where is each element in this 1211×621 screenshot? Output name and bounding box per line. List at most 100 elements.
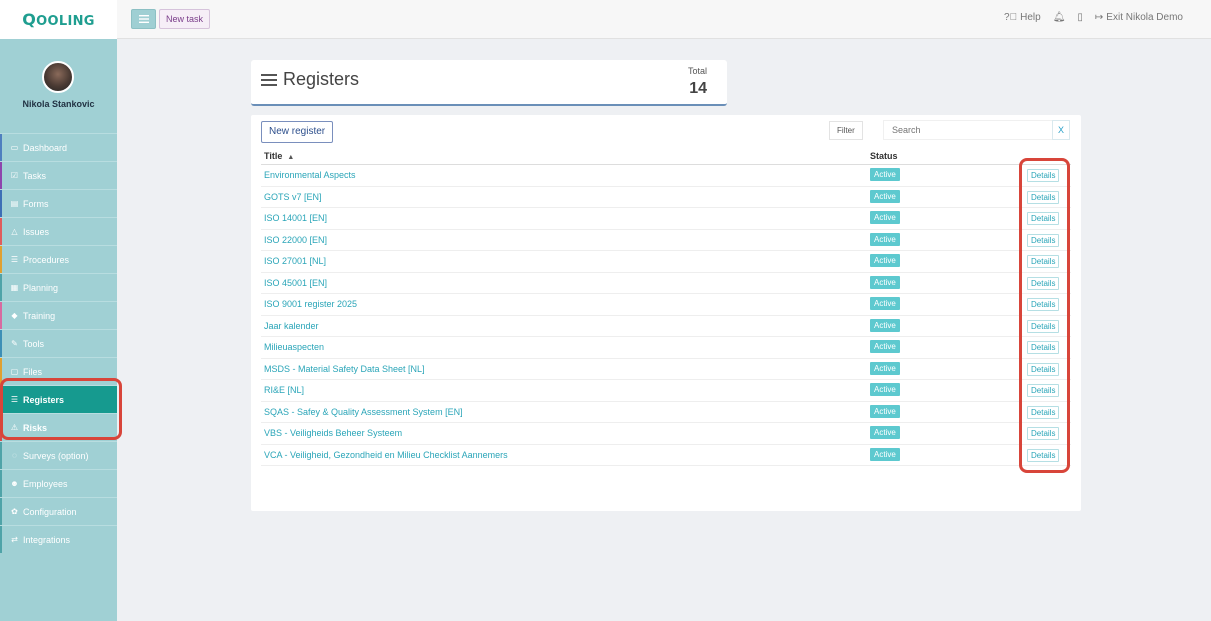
sidebar-item-label: Surveys (option) [23, 450, 89, 461]
new-register-button[interactable]: New register [261, 121, 334, 143]
monitor-icon: ▭ [10, 143, 19, 152]
gear-icon: ✿ [11, 507, 18, 516]
check-square-icon: ☑ [10, 171, 19, 180]
highlight-box-sidebar [0, 378, 122, 440]
status-badge: Active [870, 211, 900, 224]
sidebar-item-procedures[interactable]: ☰ Procedures [0, 245, 117, 273]
table-row: VCA - Veiligheid, Gezondheid en Milieu C… [261, 445, 1071, 466]
sort-asc-icon: ▲ [287, 154, 295, 161]
logo: QOOLING [22, 10, 95, 29]
sidebar-item-accent [0, 302, 2, 329]
filter-button[interactable]: Filter [829, 121, 863, 140]
register-title-link[interactable]: VBS - Veiligheids Beheer Systeem [264, 428, 402, 438]
table-row: ISO 22000 [EN] Active Details [261, 230, 1071, 251]
sidebar-item-label: Files [23, 366, 43, 377]
sidebar-item-label: Issues [23, 226, 50, 237]
question-icon: ?⃝ [1004, 12, 1018, 23]
total-count: 14 [689, 80, 707, 97]
register-title-link[interactable]: ISO 14001 [EN] [264, 213, 327, 223]
status-badge: Active [870, 404, 900, 418]
sidebar-item-accent [0, 330, 2, 357]
sidebar-item-tools[interactable]: ✎ Tools [0, 329, 117, 357]
user-profile[interactable]: Nikola Stankovic [0, 39, 117, 133]
logo-area[interactable]: QOOLING [0, 0, 117, 39]
users-icon: ☻ [10, 479, 19, 488]
search-input[interactable] [883, 120, 1053, 140]
sidebar-item-accent [0, 246, 2, 273]
new-task-button[interactable]: New task [159, 9, 211, 29]
page-title: Registers [261, 69, 359, 90]
status-badge: Active [870, 254, 900, 267]
graduation-icon: ◆ [11, 311, 18, 320]
sidebar-item-label: Dashboard [23, 142, 68, 153]
sidebar-item-integrations[interactable]: ⇄ Integrations [0, 525, 117, 553]
sidebar-item-surveys-option[interactable]: ◌ Surveys (option) [0, 441, 117, 469]
status-badge: Active [870, 426, 900, 439]
hamburger-icon [138, 15, 149, 23]
register-title-link[interactable]: Environmental Aspects [264, 170, 356, 180]
register-title-link[interactable]: ISO 27001 [NL] [264, 256, 326, 266]
registers-table: Title ▲ Status Environmental Aspects Activ… [261, 148, 1071, 466]
column-header-title[interactable]: Title ▲ [264, 151, 294, 161]
register-title-link[interactable]: GOTS v7 [EN] [264, 192, 322, 202]
register-title-link[interactable]: Milieuaspecten [264, 342, 324, 352]
sidebar-item-label: Planning [23, 282, 59, 293]
comment-icon: ◌ [12, 451, 17, 460]
sidebar-item-configuration[interactable]: ✿ Configuration [0, 497, 117, 525]
sidebar-item-accent [0, 526, 2, 553]
register-title-link[interactable]: ISO 45001 [EN] [264, 278, 327, 288]
register-title-link[interactable]: ISO 9001 register 2025 [264, 299, 357, 309]
table-row: Environmental Aspects Active Details [261, 165, 1071, 187]
list-icon: ☰ [10, 255, 19, 264]
page-header-card: Registers Total 14 [251, 60, 727, 106]
document-icon: ▯ [1077, 12, 1083, 23]
register-title-link[interactable]: VCA - Veiligheid, Gezondheid en Milieu C… [264, 450, 508, 460]
status-badge: Active [870, 275, 900, 289]
list-icon [261, 73, 277, 86]
sidebar-item-accent [0, 134, 2, 161]
sidebar-item-label: Forms [23, 198, 49, 209]
calendar-icon: ▦ [10, 283, 19, 292]
table-row: ISO 45001 [EN] Active Details [261, 273, 1071, 294]
status-badge: Active [870, 318, 900, 332]
sidebar-item-forms[interactable]: ▤ Forms [0, 189, 117, 217]
sidebar-item-accent [0, 162, 2, 189]
sidebar: Nikola Stankovic ▭ Dashboard ☑ Tasks ▤ Forms △… [0, 39, 117, 621]
sidebar-item-tasks[interactable]: ☑ Tasks [0, 161, 117, 189]
help-link[interactable]: ?⃝ Help [1004, 12, 1041, 23]
register-title-link[interactable]: SQAS - Safey & Quality Assessment System… [264, 407, 463, 417]
sidebar-nav: ▭ Dashboard ☑ Tasks ▤ Forms △ Issues ☰ Procedures… [0, 133, 117, 553]
sidebar-item-dashboard[interactable]: ▭ Dashboard [0, 133, 117, 161]
clear-search-button[interactable]: X [1052, 120, 1070, 140]
topbar-actions: ?⃝ Help 🔔︎ ▯ ↦ Exit Nikola Demo [1004, 12, 1183, 23]
user-name: Nikola Stankovic [22, 99, 95, 109]
total-label: Total [687, 66, 707, 76]
register-title-link[interactable]: Jaar kalender [264, 321, 319, 331]
table-row: Jaar kalender Active Details [261, 316, 1071, 337]
sidebar-item-training[interactable]: ◆ Training [0, 301, 117, 329]
table-row: MSDS - Material Safety Data Sheet [NL] Ac… [261, 359, 1071, 380]
notifications-button[interactable]: 🔔︎ [1053, 12, 1066, 23]
sidebar-item-accent [0, 274, 2, 301]
documents-button[interactable]: ▯ [1077, 12, 1083, 23]
exit-demo-link[interactable]: ↦ Exit Nikola Demo [1095, 12, 1183, 23]
avatar [42, 61, 74, 93]
status-badge: Active [870, 383, 900, 396]
registers-table-card: New register Filter X Title▲ Status Envi… [251, 115, 1081, 511]
register-title-link[interactable]: RI&E [NL] [264, 385, 304, 395]
sidebar-item-employees[interactable]: ☻ Employees [0, 469, 117, 497]
table-row: ISO 27001 [NL] Active Details [261, 251, 1071, 273]
sidebar-item-label: Employees [23, 478, 68, 489]
file-icon: ▢ [10, 367, 19, 376]
status-badge: Active [870, 297, 900, 310]
sidebar-item-issues[interactable]: △ Issues [0, 217, 117, 245]
menu-toggle-button[interactable] [131, 9, 156, 29]
table-row: ISO 14001 [EN] Active Details [261, 208, 1071, 230]
sidebar-item-planning[interactable]: ▦ Planning [0, 273, 117, 301]
status-badge: Active [870, 361, 900, 375]
bell-icon: 🔔︎ [1052, 12, 1066, 23]
register-title-link[interactable]: ISO 22000 [EN] [264, 235, 327, 245]
register-title-link[interactable]: MSDS - Material Safety Data Sheet [NL] [264, 364, 425, 374]
wrench-icon: ✎ [11, 339, 18, 348]
column-header-status[interactable]: Status [870, 151, 898, 161]
